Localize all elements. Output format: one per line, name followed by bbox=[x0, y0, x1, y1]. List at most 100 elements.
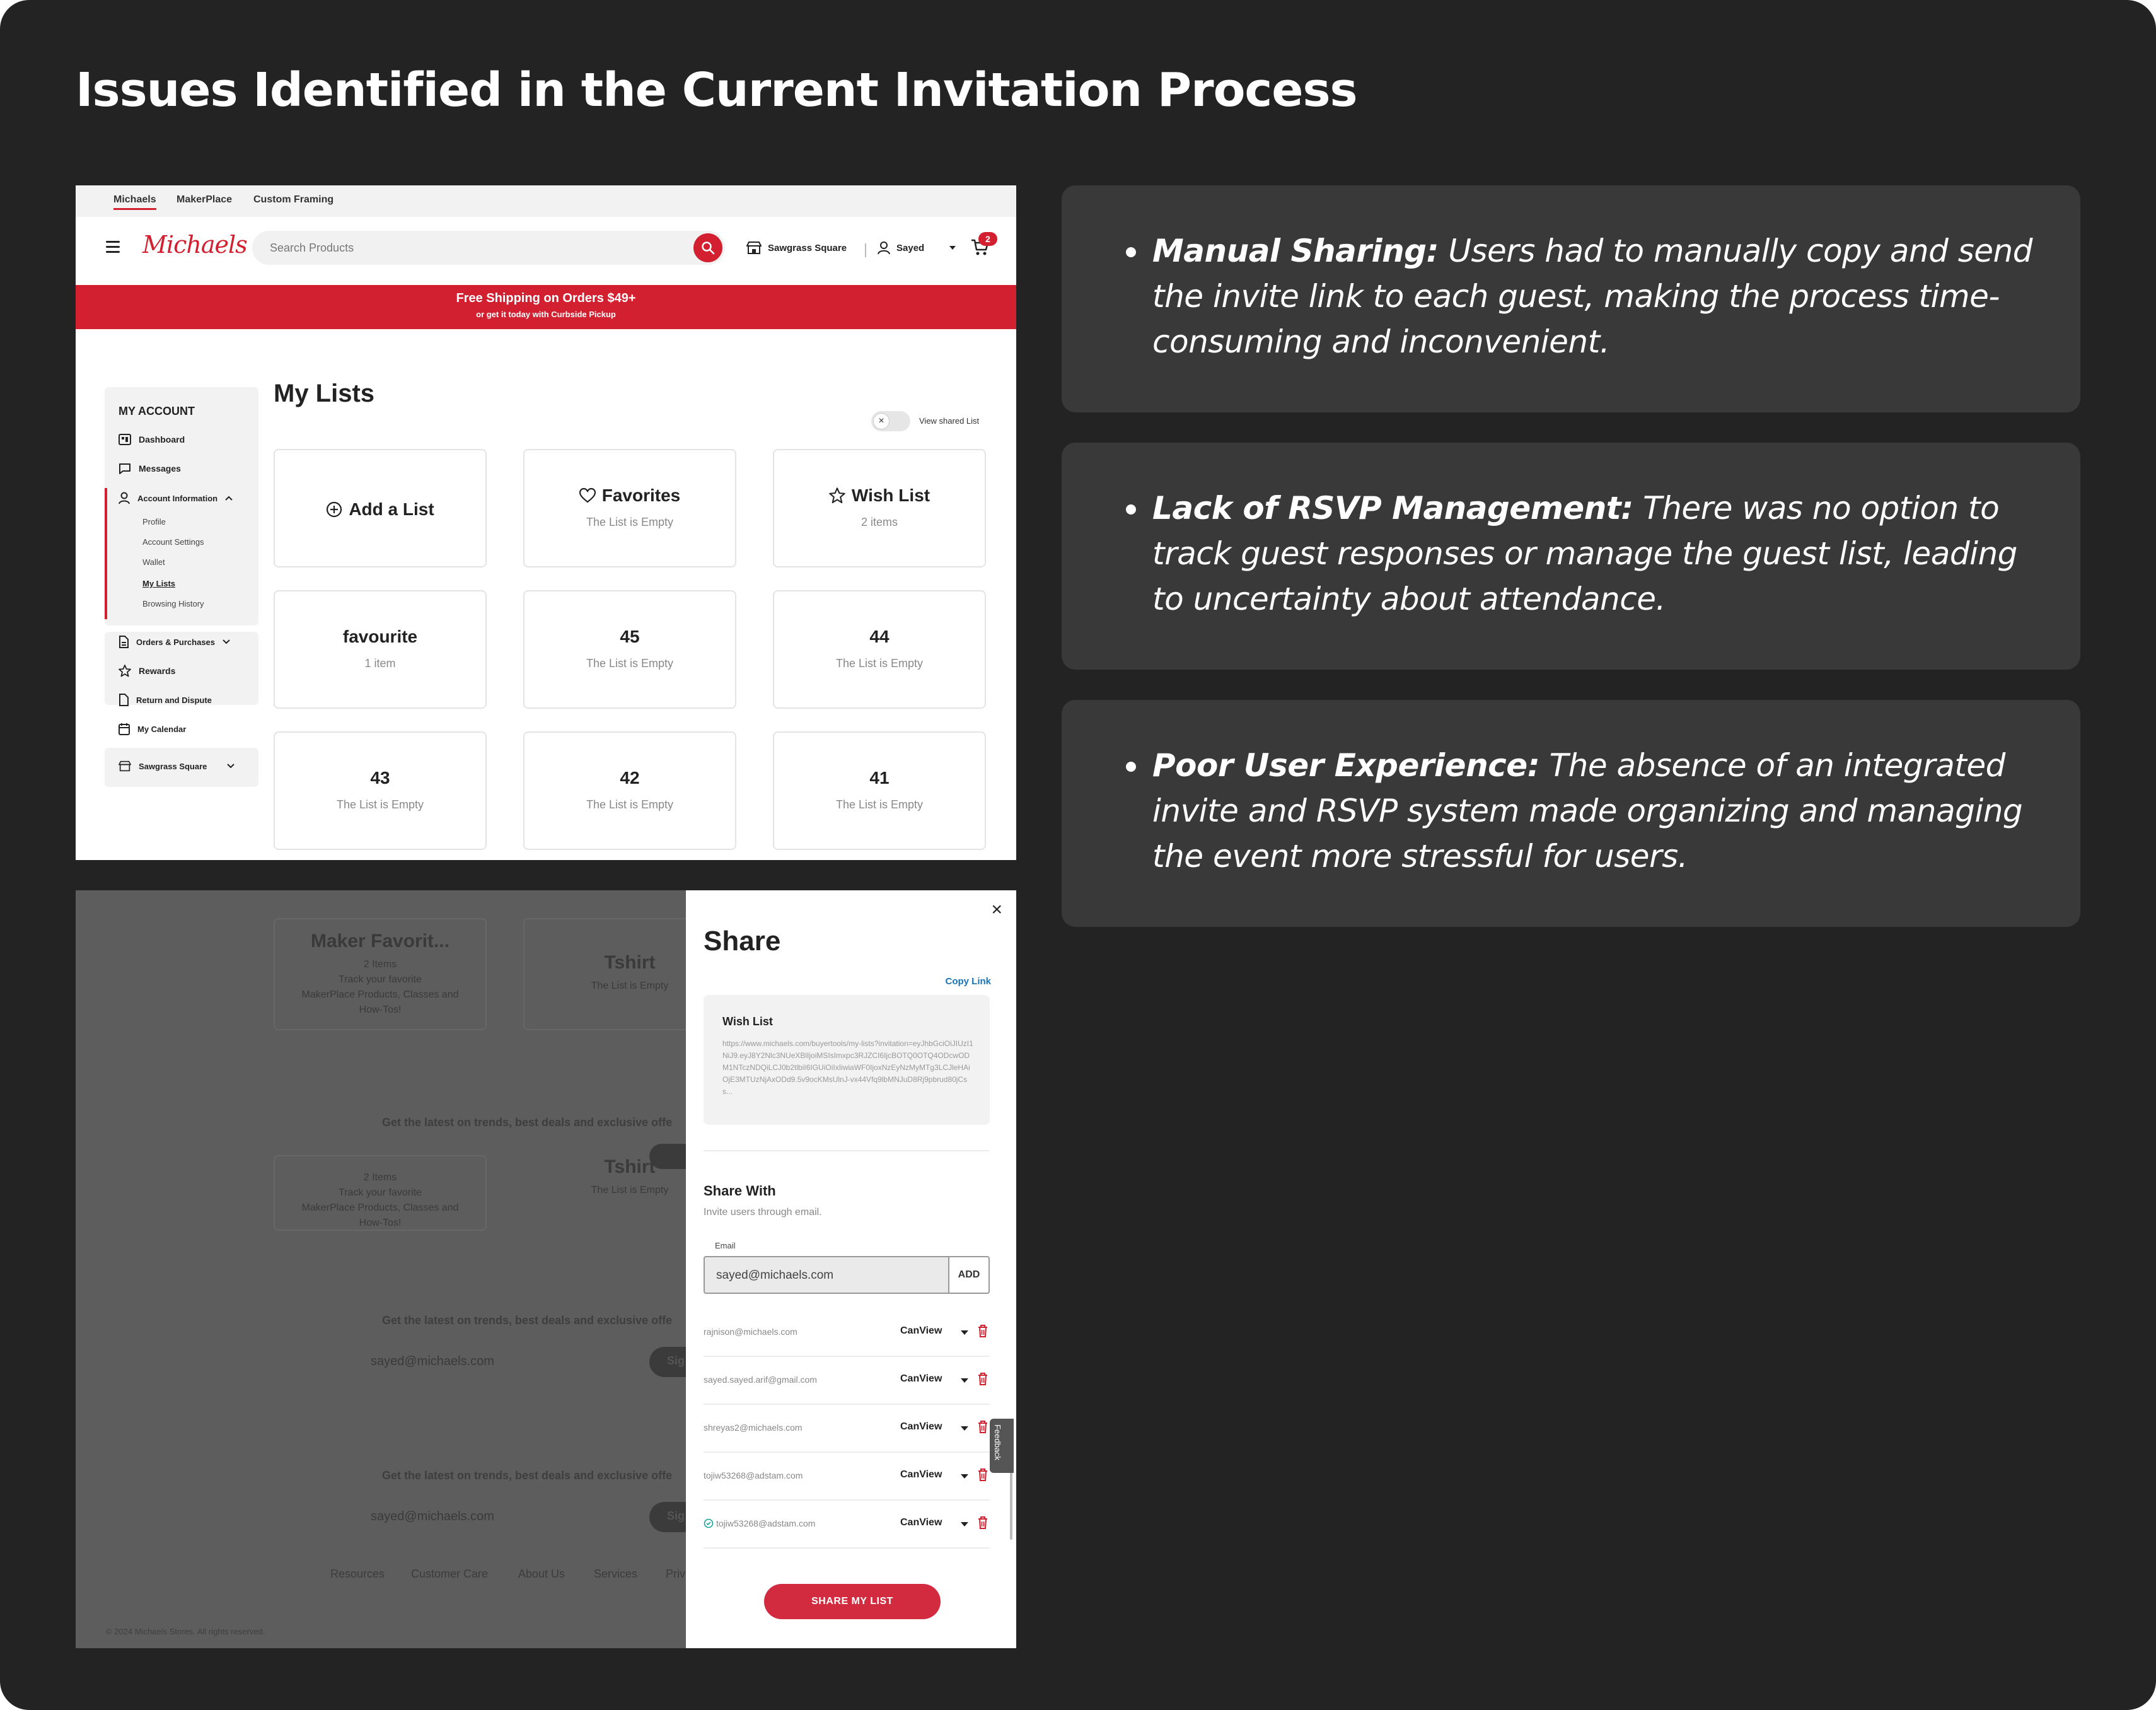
list-card-41[interactable]: 41 The List is Empty bbox=[773, 731, 986, 850]
bg-email-text: sayed@michaels.com bbox=[371, 1354, 494, 1368]
promo-line-2: or get it today with Curbside Pickup bbox=[476, 310, 616, 319]
shared-user-row: tojiw53268@adstam.com CanView bbox=[704, 1453, 990, 1501]
chevron-down-icon[interactable] bbox=[961, 1474, 968, 1479]
search-icon bbox=[702, 241, 715, 255]
list-card-wish-list[interactable]: Wish List 2 items bbox=[773, 449, 986, 567]
user-name: Sayed bbox=[896, 242, 925, 253]
card-title: 43 bbox=[370, 768, 390, 788]
list-card-43[interactable]: 43 The List is Empty bbox=[274, 731, 487, 850]
chevron-down-icon[interactable] bbox=[961, 1522, 968, 1527]
header-divider bbox=[865, 243, 866, 257]
background-list-card: 2 Items Track your favorite MakerPlace P… bbox=[274, 1155, 487, 1231]
trash-icon[interactable] bbox=[977, 1468, 988, 1482]
tab-makerplace[interactable]: MakerPlace bbox=[177, 194, 232, 206]
dashboard-icon bbox=[119, 434, 131, 445]
sidebar-item-rewards[interactable]: Rewards bbox=[119, 665, 175, 677]
share-with-subtitle: Invite users through email. bbox=[704, 1207, 822, 1218]
sidebar-item-store[interactable]: Sawgrass Square bbox=[119, 760, 235, 772]
menu-icon[interactable] bbox=[106, 241, 120, 256]
trash-icon[interactable] bbox=[977, 1324, 988, 1338]
tab-custom-framing[interactable]: Custom Framing bbox=[253, 194, 333, 206]
bg-card-desc: MakerPlace Products, Classes and bbox=[301, 1202, 459, 1213]
store-icon bbox=[119, 760, 131, 772]
search-input[interactable]: Search Products bbox=[270, 241, 354, 255]
list-card-45[interactable]: 45 The List is Empty bbox=[523, 590, 736, 709]
sidebar-subitem-wallet[interactable]: Wallet bbox=[142, 557, 165, 567]
user-icon bbox=[119, 492, 130, 504]
trash-icon[interactable] bbox=[977, 1420, 988, 1434]
sidebar-subitem-browsing-history[interactable]: Browsing History bbox=[142, 599, 204, 608]
sidebar-item-return-dispute[interactable]: Return and Dispute bbox=[119, 694, 212, 706]
sidebar-subitem-my-lists[interactable]: My Lists bbox=[142, 579, 175, 588]
bg-footer-link: Resources bbox=[330, 1568, 385, 1580]
document-icon bbox=[119, 636, 129, 648]
bg-card-desc: Track your favorite bbox=[339, 974, 422, 985]
chevron-down-icon bbox=[223, 639, 230, 644]
issue-text: Poor User Experience: The absence of an … bbox=[1152, 743, 2035, 879]
sidebar-item-orders-purchases[interactable]: Orders & Purchases bbox=[119, 636, 230, 648]
sidebar-item-label: My Calendar bbox=[137, 724, 187, 734]
sidebar-heading: MY ACCOUNT bbox=[119, 405, 195, 417]
sidebar-item-messages[interactable]: Messages bbox=[119, 463, 181, 474]
sidebar-subitem-account-settings[interactable]: Account Settings bbox=[142, 537, 204, 547]
card-subtitle: The List is Empty bbox=[835, 657, 924, 670]
panel-scrollbar[interactable] bbox=[1010, 1470, 1012, 1540]
view-shared-toggle[interactable]: × bbox=[871, 411, 910, 431]
card-subtitle: 2 items bbox=[861, 516, 898, 528]
card-title: Add a List bbox=[349, 499, 434, 519]
michaels-logo[interactable]: Michaels bbox=[142, 231, 248, 259]
sidebar-item-account-information[interactable]: Account Information bbox=[119, 492, 233, 504]
trash-icon[interactable] bbox=[977, 1372, 988, 1386]
search-button[interactable] bbox=[693, 233, 722, 262]
sidebar-item-my-calendar[interactable]: My Calendar bbox=[119, 723, 186, 735]
shared-user-row: sayed.sayed.arif@gmail.com CanView bbox=[704, 1357, 990, 1405]
feedback-tab[interactable]: Feedback bbox=[990, 1419, 1014, 1473]
issue-text: Lack of RSVP Management: There was no op… bbox=[1152, 486, 2035, 622]
site-header: Michaels Search Products Sawgrass Square… bbox=[76, 217, 1016, 281]
account-sidebar: MY ACCOUNT Dashboard Messages Account In… bbox=[105, 387, 258, 625]
bullet-icon bbox=[1126, 247, 1136, 257]
chevron-down-icon bbox=[949, 246, 956, 250]
user-menu[interactable]: Sayed bbox=[878, 241, 956, 255]
feedback-label: Feedback bbox=[993, 1424, 1003, 1461]
sidebar-item-dashboard[interactable]: Dashboard bbox=[119, 434, 185, 445]
sidebar-item-label: Account Information bbox=[137, 493, 218, 503]
chevron-down-icon[interactable] bbox=[961, 1378, 968, 1383]
permission-select[interactable]: CanView bbox=[900, 1325, 942, 1337]
list-card-favorites[interactable]: Favorites The List is Empty bbox=[523, 449, 736, 567]
chevron-down-icon[interactable] bbox=[961, 1330, 968, 1335]
sidebar-subitem-profile[interactable]: Profile bbox=[142, 517, 166, 526]
top-brand-nav: Michaels MakerPlace Custom Framing bbox=[76, 185, 1016, 217]
store-selector[interactable]: Sawgrass Square bbox=[746, 241, 847, 255]
issue-text: Manual Sharing: Users had to manually co… bbox=[1152, 228, 2035, 364]
permission-select[interactable]: CanView bbox=[900, 1469, 942, 1480]
card-subtitle: The List is Empty bbox=[336, 798, 424, 811]
permission-select[interactable]: CanView bbox=[900, 1421, 942, 1433]
shared-user-row: rajnison@michaels.com CanView bbox=[704, 1309, 990, 1357]
chevron-down-icon[interactable] bbox=[961, 1426, 968, 1431]
permission-select[interactable]: CanView bbox=[900, 1373, 942, 1385]
card-subtitle: The List is Empty bbox=[835, 798, 924, 811]
sidebar-item-label: Messages bbox=[139, 463, 181, 474]
share-my-list-button[interactable]: SHARE MY LIST bbox=[764, 1584, 941, 1619]
trash-icon[interactable] bbox=[977, 1516, 988, 1530]
permission-select[interactable]: CanView bbox=[900, 1517, 942, 1528]
search-bar[interactable]: Search Products bbox=[252, 231, 725, 265]
list-card-44[interactable]: 44 The List is Empty bbox=[773, 590, 986, 709]
tab-michaels[interactable]: Michaels bbox=[113, 194, 156, 210]
bullet-icon bbox=[1126, 504, 1136, 515]
promo-banner[interactable]: Free Shipping on Orders $49+ or get it t… bbox=[76, 285, 1016, 329]
add-list-card[interactable]: Add a List bbox=[274, 449, 487, 567]
store-sidebar-box[interactable]: Sawgrass Square bbox=[105, 748, 258, 787]
list-card-favourite[interactable]: favourite 1 item bbox=[274, 590, 487, 709]
bg-card-subtitle: 2 Items bbox=[363, 959, 397, 970]
cart-count-badge: 2 bbox=[978, 232, 997, 246]
copy-link-button[interactable]: Copy Link bbox=[945, 976, 991, 987]
list-card-42[interactable]: 42 The List is Empty bbox=[523, 731, 736, 850]
add-email-button[interactable]: ADD bbox=[948, 1256, 990, 1294]
shared-user-email-text: sayed.sayed.arif@gmail.com bbox=[704, 1375, 817, 1385]
bg-signup-label: Sig bbox=[667, 1509, 685, 1522]
bg-card-desc: Track your favorite bbox=[339, 1187, 422, 1198]
email-field[interactable]: sayed@michaels.com bbox=[704, 1256, 949, 1294]
close-icon[interactable]: × bbox=[991, 899, 1002, 921]
